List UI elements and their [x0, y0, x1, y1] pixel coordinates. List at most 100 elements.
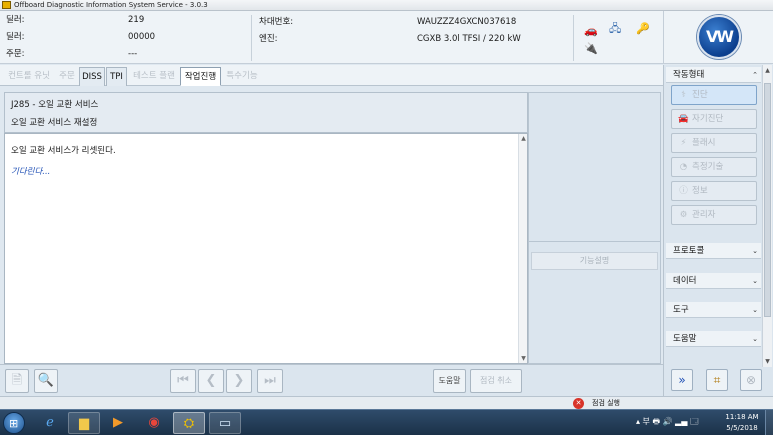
order-label: 주문:: [6, 49, 25, 59]
protocol-section-header[interactable]: 프로토콜 ⌄: [666, 243, 761, 259]
key-icon[interactable]: 🔑: [636, 23, 650, 35]
cancel-test-button[interactable]: 점검 취소: [470, 369, 522, 393]
header-divider: [251, 15, 252, 61]
windows-taskbar: ⊞ ℯ ▆ ▶ ◉ ⛭ ▭ ▴ 부 🖶 🔊 ▂▄ 🗔 11:18 AM 5/5/…: [0, 409, 773, 435]
next-step-button[interactable]: ❯: [226, 369, 252, 393]
dealer2-value: 00000: [128, 32, 156, 42]
chevron-down-icon: ⌄: [752, 335, 758, 343]
vehicle-info-header: 딜러: 219 딜러: 00000 주문: --- 차대번호: WAUZZZ4G…: [0, 11, 663, 64]
engine-value: CGXB 3.0l TFSI / 220 kW: [417, 34, 521, 44]
procedure-message: 오일 교환 서비스가 리셋된다.: [11, 146, 116, 156]
close-session-button[interactable]: ⊗: [740, 369, 762, 391]
last-step-button[interactable]: ⏭: [257, 369, 283, 393]
zoom-document-icon: 🔍: [37, 373, 55, 388]
start-button[interactable]: ⊞: [3, 412, 25, 434]
chevron-down-icon: ⌄: [752, 306, 758, 314]
tools-section-header[interactable]: 도구 ⌄: [666, 302, 761, 318]
mode-measurement-button[interactable]: ◔ 측정기술: [671, 157, 757, 177]
mode-label: 측정기술: [692, 162, 724, 172]
vin-value: WAUZZZ4GXCN037618: [417, 17, 517, 27]
screenshot-button[interactable]: ⌗: [706, 369, 728, 391]
vw-logo: VW: [697, 15, 741, 59]
mode-self-diagnosis-button[interactable]: 🚘 자기진단: [671, 109, 757, 129]
right-sidebar: 작동형태 ⌃ ⚕ 진단 🚘 자기진단 ⚡ 플래시 ◔ 측정기술 ⓘ 정보 ⚙ 관리자 프로토…: [663, 65, 773, 396]
function-description-button[interactable]: 기능설명: [531, 252, 658, 270]
internet-explorer-icon: ℯ: [46, 415, 54, 430]
tab-special-functions[interactable]: 특수기능: [221, 67, 263, 86]
media-player-icon: ▶: [113, 415, 123, 430]
usb-interface-icon[interactable]: 🔌: [584, 43, 598, 55]
taskbar-odis[interactable]: ⛭: [173, 412, 205, 434]
tab-tpi[interactable]: TPI: [106, 67, 127, 86]
taskbar-remote-desktop[interactable]: ▭: [209, 412, 241, 434]
dealer2-label: 딜러:: [6, 32, 25, 42]
help-section-header[interactable]: 도움말 ⌄: [666, 331, 761, 347]
system-tray[interactable]: ▴ 부 🖶 🔊 ▂▄ 🗔: [636, 416, 699, 430]
taskbar-media-player[interactable]: ▶: [102, 412, 134, 434]
brand-area: VW: [663, 11, 773, 64]
mode-label: 관리자: [692, 210, 716, 220]
sidebar-scrollbar[interactable]: ▲ ▼: [762, 65, 772, 367]
windows-logo-icon: ⊞: [9, 417, 19, 430]
header-divider: [573, 15, 574, 61]
forward-button[interactable]: »: [671, 369, 693, 391]
section-label: 도움말: [673, 334, 697, 344]
zoom-document-button[interactable]: 🔍: [34, 369, 58, 393]
dealer-value: 219: [128, 15, 145, 25]
document-search-button[interactable]: 🗎: [5, 369, 29, 393]
previous-step-button[interactable]: ❮: [198, 369, 224, 393]
vehicle-connection-icon[interactable]: 🚗: [584, 25, 598, 37]
procedure-title: J285 - 오일 교환 서비스: [11, 100, 99, 110]
mode-label: 진단: [692, 90, 708, 100]
tab-test-plan[interactable]: 테스트 플랜: [128, 67, 180, 86]
skip-first-icon: ⏮: [177, 373, 189, 388]
operating-mode-header[interactable]: 작동형태 ⌃: [666, 67, 761, 83]
scroll-down-icon[interactable]: ▼: [520, 355, 527, 362]
chevron-up-icon: ⌃: [752, 71, 758, 79]
close-icon: ⊗: [745, 373, 757, 387]
scroll-down-icon[interactable]: ▼: [764, 358, 771, 365]
stethoscope-icon: ⚕: [681, 90, 686, 100]
folder-icon: ▆: [79, 416, 89, 431]
section-label: 도구: [673, 305, 689, 315]
scroll-up-icon[interactable]: ▲: [764, 67, 771, 74]
clock[interactable]: 11:18 AM 5/5/2018: [722, 412, 762, 434]
chevron-left-icon: ❮: [205, 373, 217, 388]
double-chevron-right-icon: »: [678, 373, 686, 387]
help-button[interactable]: 도움말: [433, 369, 466, 393]
tab-procedure[interactable]: 작업진행: [180, 67, 221, 86]
taskbar-explorer[interactable]: ▆: [68, 412, 100, 434]
connection-icons: 🚗 🖧 🔑 🔌: [578, 23, 658, 65]
mode-label: 정보: [692, 186, 708, 196]
capture-icon: ⌗: [713, 373, 721, 387]
chevron-down-icon: ⌄: [752, 247, 758, 255]
content-scrollbar[interactable]: ▲ ▼: [518, 134, 527, 363]
taskbar-ie[interactable]: ℯ: [34, 412, 66, 434]
chevron-right-icon: ❯: [233, 373, 245, 388]
gauge-icon: ◔: [679, 162, 688, 172]
sidebar-scroll-thumb[interactable]: [764, 83, 771, 317]
window-title: Offboard Diagnostic Information System S…: [14, 1, 208, 9]
tab-order[interactable]: 주문: [55, 67, 79, 86]
mode-diagnosis-button[interactable]: ⚕ 진단: [671, 85, 757, 105]
tab-diss[interactable]: DISS: [79, 67, 105, 86]
mode-flash-button[interactable]: ⚡ 플래시: [671, 133, 757, 153]
title-bar: Offboard Diagnostic Information System S…: [0, 0, 773, 11]
data-section-header[interactable]: 데이터 ⌄: [666, 273, 761, 289]
scroll-up-icon[interactable]: ▲: [520, 135, 527, 142]
tab-control-units[interactable]: 컨트롤 유닛: [3, 67, 55, 86]
mode-admin-button[interactable]: ⚙ 관리자: [671, 205, 757, 225]
clock-time: 11:18 AM: [725, 413, 759, 421]
show-desktop-button[interactable]: [765, 410, 773, 435]
app-icon: [2, 1, 11, 9]
waiting-text: 기다린다...: [11, 167, 51, 177]
mode-info-button[interactable]: ⓘ 정보: [671, 181, 757, 201]
first-step-button[interactable]: ⏮: [170, 369, 196, 393]
error-icon: ✕: [573, 398, 584, 409]
operating-mode-label: 작동형태: [673, 70, 705, 80]
car-icon: 🚘: [678, 114, 689, 124]
dealer-label: 딜러:: [6, 15, 25, 25]
taskbar-chrome[interactable]: ◉: [138, 412, 170, 434]
info-panel-bottom: 기능설명: [528, 242, 661, 364]
network-icon[interactable]: 🖧: [609, 23, 621, 35]
